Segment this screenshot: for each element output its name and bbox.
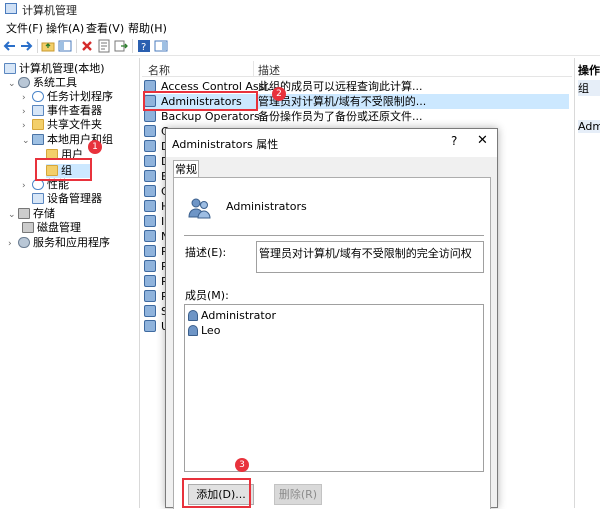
- group-icon: [144, 125, 156, 137]
- members-list[interactable]: Administrator Leo: [184, 304, 484, 472]
- group-users-icon: [188, 198, 211, 219]
- toolbar-separator: [76, 39, 77, 53]
- dialog-title-bar: Administrators 属性 ? ✕: [166, 129, 497, 157]
- step-badge-1: 1: [88, 140, 102, 154]
- chevron-right-icon[interactable]: ›: [22, 179, 32, 193]
- actions-administrators[interactable]: Adm: [578, 120, 600, 133]
- chevron-down-icon[interactable]: ⌄: [8, 77, 18, 91]
- help-icon[interactable]: ?: [137, 39, 151, 53]
- actions-groups[interactable]: 组: [578, 80, 600, 96]
- member-item[interactable]: Administrator: [188, 308, 276, 323]
- title-bar: 计算机管理: [0, 0, 600, 18]
- services-icon: [18, 237, 30, 248]
- divider: [184, 235, 484, 236]
- menu-bar: 文件(F) 操作(A) 查看(V) 帮助(H): [0, 18, 600, 36]
- window-title: 计算机管理: [22, 4, 77, 17]
- highlight-add-button: [182, 478, 251, 508]
- list-item[interactable]: Backup Operators 备份操作员为了备份或还原文件...: [144, 109, 569, 124]
- group-icon: [144, 290, 156, 302]
- highlight-groups: [35, 158, 92, 181]
- storage-icon: [18, 208, 30, 219]
- members-label: 成员(M):: [185, 289, 229, 302]
- group-name: Administrators: [226, 200, 307, 213]
- properties-dialog: Administrators 属性 ? ✕ 常规 Administrators …: [165, 128, 498, 509]
- tree-item-system-tools[interactable]: ⌄ 系统工具: [8, 76, 77, 90]
- shared-folder-icon: [32, 119, 44, 130]
- group-icon: [144, 275, 156, 287]
- clock-icon: [32, 91, 44, 102]
- user-icon: [188, 310, 198, 321]
- group-icon: [144, 185, 156, 197]
- menu-file[interactable]: 文件(F): [6, 20, 43, 36]
- description-field[interactable]: 管理员对计算机/域有不受限制的完全访问权: [256, 241, 484, 273]
- group-icon: [144, 170, 156, 182]
- remove-button[interactable]: 删除(R): [274, 484, 322, 505]
- dialog-title: Administrators 属性: [172, 138, 279, 151]
- tree-item-shared-folders[interactable]: › 共享文件夹: [22, 118, 102, 132]
- delete-icon[interactable]: [80, 39, 94, 53]
- svg-text:?: ?: [141, 42, 146, 53]
- menu-action[interactable]: 操作(A): [46, 20, 84, 36]
- highlight-administrators: [143, 91, 258, 111]
- group-icon: [144, 155, 156, 167]
- tree-item-storage[interactable]: ⌄ 存储: [8, 207, 55, 221]
- computer-management-icon: [5, 3, 17, 14]
- chevron-right-icon[interactable]: ›: [22, 105, 32, 119]
- column-header-name[interactable]: 名称: [148, 62, 170, 78]
- column-divider[interactable]: [253, 61, 254, 77]
- show-action-pane-icon[interactable]: [154, 39, 168, 53]
- export-list-icon[interactable]: [114, 39, 128, 53]
- group-icon: [144, 110, 156, 122]
- actions-header: 操作: [578, 64, 600, 77]
- group-icon: [144, 245, 156, 257]
- up-folder-icon[interactable]: [41, 39, 55, 53]
- menu-help[interactable]: 帮助(H): [128, 20, 167, 36]
- device-manager-icon: [32, 193, 44, 204]
- help-button[interactable]: ?: [451, 134, 457, 148]
- column-header-description[interactable]: 描述: [258, 62, 280, 78]
- tab-general[interactable]: 常规: [173, 160, 199, 178]
- tree-item-device-manager[interactable]: 设备管理器: [32, 192, 102, 206]
- close-button[interactable]: ✕: [477, 133, 488, 148]
- group-icon: [144, 200, 156, 212]
- users-icon: [32, 134, 44, 145]
- forward-arrow-icon[interactable]: [19, 39, 33, 53]
- console-tree: 计算机管理(本地) ⌄ 系统工具 › 任务计划程序 › 事件查看器 › 共享文件夹 ⌄ 本…: [0, 58, 140, 508]
- computer-icon: [4, 63, 16, 74]
- actions-pane: 操作 组 Adm: [574, 58, 600, 508]
- group-icon: [144, 305, 156, 317]
- tree-item-services-apps[interactable]: › 服务和应用程序: [8, 236, 110, 250]
- properties-icon[interactable]: [97, 39, 111, 53]
- general-tab-panel: Administrators 描述(E): 管理员对计算机/域有不受限制的完全访…: [173, 177, 491, 509]
- toolbar: ?: [0, 36, 600, 56]
- group-icon: [144, 215, 156, 227]
- show-hide-tree-icon[interactable]: [58, 39, 72, 53]
- tree-item-event-viewer[interactable]: › 事件查看器: [22, 104, 102, 118]
- disk-icon: [22, 222, 34, 233]
- group-icon: [144, 260, 156, 272]
- menu-view[interactable]: 查看(V): [86, 20, 124, 36]
- event-viewer-icon: [32, 105, 44, 116]
- member-item[interactable]: Leo: [188, 323, 220, 338]
- list-header: 名称 描述: [142, 61, 572, 77]
- step-badge-3: 3: [235, 458, 249, 472]
- description-label: 描述(E):: [185, 246, 227, 259]
- toolbar-separator: [132, 39, 133, 53]
- chevron-right-icon[interactable]: ›: [8, 237, 18, 251]
- chevron-right-icon[interactable]: ›: [22, 91, 32, 105]
- step-badge-2: 2: [272, 87, 286, 101]
- tree-item-disk-management[interactable]: 磁盘管理: [22, 221, 81, 235]
- user-icon: [188, 325, 198, 336]
- chevron-down-icon[interactable]: ⌄: [22, 134, 32, 148]
- chevron-right-icon[interactable]: ›: [22, 119, 32, 133]
- back-arrow-icon[interactable]: [3, 39, 17, 53]
- group-icon: [144, 230, 156, 242]
- tree-item-root[interactable]: 计算机管理(本地): [4, 62, 105, 76]
- tools-icon: [18, 77, 30, 88]
- chevron-down-icon[interactable]: ⌄: [8, 208, 18, 222]
- tree-item-task-scheduler[interactable]: › 任务计划程序: [22, 90, 113, 104]
- group-icon: [144, 140, 156, 152]
- group-icon: [144, 320, 156, 332]
- toolbar-separator: [37, 39, 38, 53]
